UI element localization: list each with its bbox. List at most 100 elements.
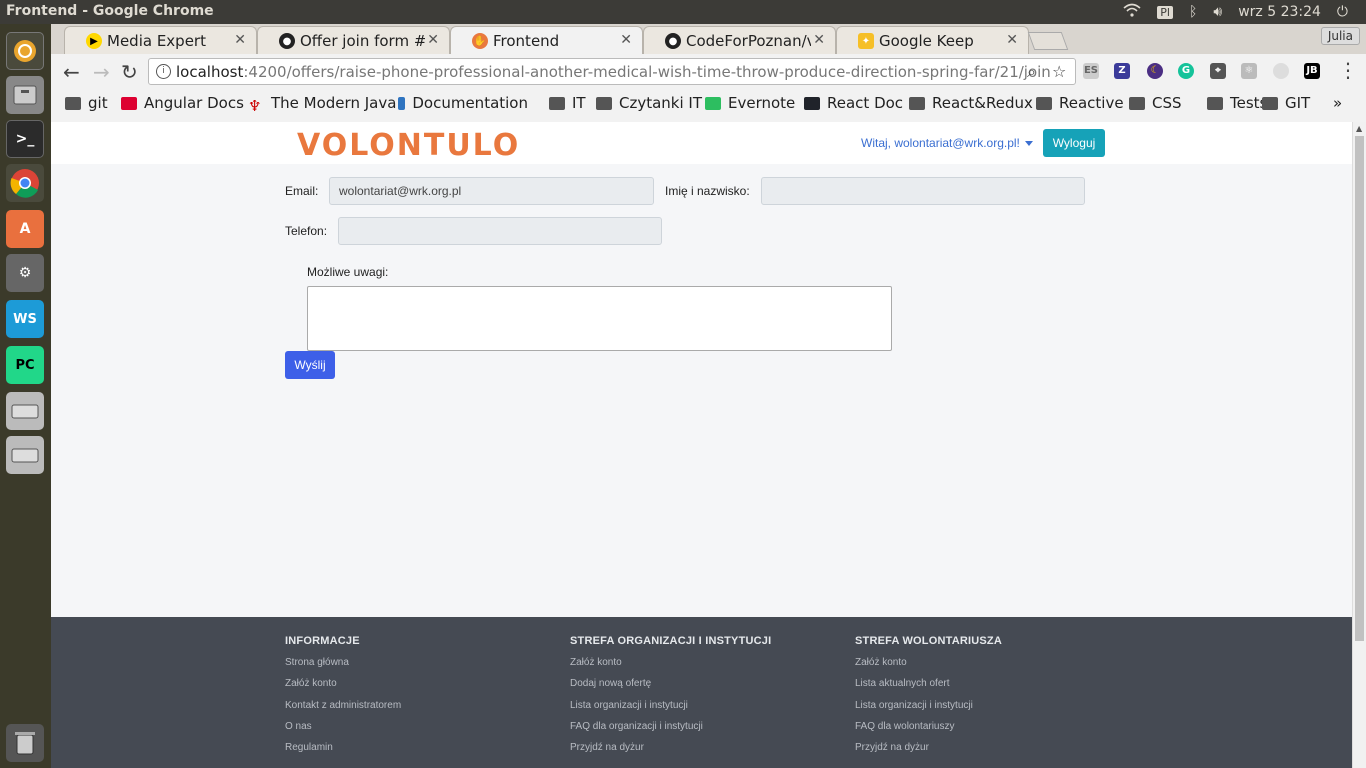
footer-link[interactable]: Dodaj nową ofertę bbox=[570, 678, 771, 699]
keep-icon: ✦ bbox=[858, 33, 874, 49]
bluetooth-icon[interactable]: ᛒ bbox=[1189, 4, 1197, 20]
files-icon[interactable] bbox=[6, 76, 44, 114]
phone-field[interactable] bbox=[338, 217, 662, 245]
tab-frontend[interactable]: ✋ Frontend ✕ bbox=[450, 26, 643, 54]
back-icon[interactable]: ← bbox=[63, 60, 80, 84]
bookmark-reactive[interactable]: Reactive bbox=[1036, 94, 1124, 112]
notes-textarea[interactable] bbox=[307, 286, 892, 351]
tab-codeforpoznan[interactable]: ● CodeForPoznan/vo ✕ bbox=[643, 26, 836, 54]
unity-launcher: >_ A ⚙ WS PC bbox=[0, 24, 51, 768]
drive-icon[interactable] bbox=[6, 436, 44, 474]
react-icon bbox=[804, 96, 820, 110]
bookmarks-bar: git Angular Docs ♆ The Modern Java Docume… bbox=[51, 88, 1366, 118]
bookmark-react-redux[interactable]: React&Redux bbox=[909, 94, 1033, 112]
footer-link[interactable]: Strona główna bbox=[285, 657, 401, 678]
footer-link[interactable]: Załóż konto bbox=[570, 657, 771, 678]
footer-link[interactable]: Załóż konto bbox=[855, 657, 1002, 678]
bookmark-documentation[interactable]: Documentation bbox=[398, 94, 528, 112]
pycharm-icon[interactable]: PC bbox=[6, 346, 44, 384]
bookmark-react-doc[interactable]: React Doc bbox=[804, 94, 903, 112]
angular-icon bbox=[121, 96, 137, 110]
phone-label: Telefon: bbox=[285, 224, 328, 238]
footer-link[interactable]: Lista organizacji i instytucji bbox=[570, 700, 771, 721]
close-icon[interactable]: ✕ bbox=[427, 32, 439, 48]
info-icon[interactable]: i bbox=[156, 64, 171, 79]
scroll-up-icon[interactable]: ▲ bbox=[1356, 124, 1362, 133]
bookmark-git[interactable]: git bbox=[65, 94, 108, 112]
tab-google-keep[interactable]: ✦ Google Keep ✕ bbox=[836, 26, 1029, 54]
jetbrains-icon[interactable]: JB bbox=[1304, 63, 1320, 79]
system-settings-icon[interactable]: ⚙ bbox=[6, 254, 44, 292]
bookmark-angular-docs[interactable]: Angular Docs bbox=[121, 94, 244, 112]
footer-link[interactable]: Przyjdź na dyżur bbox=[855, 742, 1002, 763]
scrollbar-thumb[interactable] bbox=[1355, 136, 1364, 641]
footer-link[interactable]: Załóż konto bbox=[285, 678, 401, 699]
menu-icon[interactable]: ⋮ bbox=[1338, 58, 1358, 82]
footer-link[interactable]: O nas bbox=[285, 721, 401, 742]
bookmark-css[interactable]: CSS bbox=[1129, 94, 1182, 112]
chrome-icon[interactable] bbox=[6, 164, 44, 202]
email-field[interactable]: wolontariat@wrk.org.pl bbox=[329, 177, 654, 205]
forward-icon[interactable]: → bbox=[93, 60, 110, 84]
wifi-icon[interactable] bbox=[1123, 3, 1141, 21]
bookmark-evernote[interactable]: Evernote bbox=[705, 94, 795, 112]
new-tab-button[interactable] bbox=[1027, 32, 1069, 50]
drive-icon[interactable] bbox=[6, 392, 44, 430]
window-title: Frontend - Google Chrome bbox=[6, 3, 214, 19]
footer-link[interactable]: Przyjdź na dyżur bbox=[570, 742, 771, 763]
close-icon[interactable]: ✕ bbox=[813, 32, 825, 48]
clock[interactable]: wrz 5 23:24 bbox=[1238, 4, 1321, 20]
footer-heading: STREFA ORGANIZACJI I INSTYTUCJI bbox=[570, 635, 772, 647]
dash-home-icon[interactable] bbox=[6, 32, 44, 70]
volume-icon[interactable]: 🔊︎ bbox=[1213, 4, 1222, 20]
extension-gray-icon[interactable] bbox=[1273, 63, 1289, 79]
address-bar[interactable]: i localhost:4200/offers/raise-phone-prof… bbox=[148, 58, 1076, 85]
terminal-icon[interactable]: >_ bbox=[6, 120, 44, 158]
location-icon[interactable]: ⌖ bbox=[1210, 63, 1226, 79]
tab-title: Media Expert bbox=[107, 32, 206, 50]
footer-link[interactable]: Kontakt z administratorem bbox=[285, 700, 401, 721]
browser-toolbar: ← → ↻ i localhost:4200/offers/raise-phon… bbox=[51, 54, 1366, 88]
close-icon[interactable]: ✕ bbox=[1006, 32, 1018, 48]
moon-icon[interactable]: ☾ bbox=[1147, 63, 1163, 79]
trash-icon[interactable] bbox=[6, 724, 44, 762]
bookmark-git-upper[interactable]: GIT bbox=[1262, 94, 1310, 112]
folder-icon bbox=[1262, 96, 1278, 110]
tab-offer-join-form[interactable]: ● Offer join form #98 ✕ bbox=[257, 26, 450, 54]
logout-button[interactable]: Wyloguj bbox=[1043, 129, 1105, 157]
star-icon[interactable]: ☆ bbox=[1052, 62, 1066, 81]
reload-icon[interactable]: ↻ bbox=[121, 60, 138, 84]
url-text[interactable]: localhost:4200/offers/raise-phone-profes… bbox=[176, 63, 1051, 81]
bookmark-czytanki-it[interactable]: Czytanki IT bbox=[596, 94, 702, 112]
name-field[interactable] bbox=[761, 177, 1085, 205]
volontulo-logo[interactable]: VOLONTULO bbox=[297, 128, 520, 163]
footer-link[interactable]: Regulamin bbox=[285, 742, 401, 763]
footer-link[interactable]: Lista organizacji i instytucji bbox=[855, 700, 1002, 721]
power-icon[interactable]: ⏻ bbox=[1337, 4, 1348, 20]
extension-es-icon[interactable]: ES bbox=[1083, 63, 1099, 79]
bookmark-tests[interactable]: Tests bbox=[1207, 94, 1267, 112]
media-expert-icon: ▶ bbox=[86, 33, 102, 49]
webstorm-icon[interactable]: WS bbox=[6, 300, 44, 338]
extension-z-icon[interactable]: Z bbox=[1114, 63, 1130, 79]
volontulo-icon: ✋ bbox=[472, 33, 488, 49]
footer-link[interactable]: Lista aktualnych ofert bbox=[855, 678, 1002, 699]
software-center-icon[interactable]: A bbox=[6, 210, 44, 248]
footer-link[interactable]: FAQ dla wolontariuszy bbox=[855, 721, 1002, 742]
profile-button[interactable]: Julia bbox=[1320, 27, 1360, 45]
search-icon[interactable]: ⌕ bbox=[1027, 62, 1036, 82]
page-scrollbar[interactable]: ▲ bbox=[1352, 122, 1366, 768]
more-bookmarks-button[interactable]: » bbox=[1333, 94, 1342, 112]
close-icon[interactable]: ✕ bbox=[234, 32, 246, 48]
bookmark-it[interactable]: IT bbox=[549, 94, 586, 112]
user-menu-toggle[interactable]: Witaj, wolontariat@wrk.org.pl! bbox=[861, 136, 1033, 150]
grammarly-icon[interactable]: G bbox=[1178, 63, 1194, 79]
submit-button[interactable]: Wyślij bbox=[285, 351, 335, 379]
keyboard-layout-indicator[interactable]: Pl bbox=[1157, 5, 1173, 19]
close-icon[interactable]: ✕ bbox=[620, 32, 632, 48]
footer-link[interactable]: FAQ dla organizacji i instytucji bbox=[570, 721, 771, 742]
tab-media-expert[interactable]: ▶ Media Expert ✕ bbox=[64, 26, 257, 54]
react-devtools-icon[interactable]: ⚛ bbox=[1241, 63, 1257, 79]
tab-title: Frontend bbox=[493, 32, 560, 50]
caret-down-icon bbox=[1024, 141, 1033, 147]
